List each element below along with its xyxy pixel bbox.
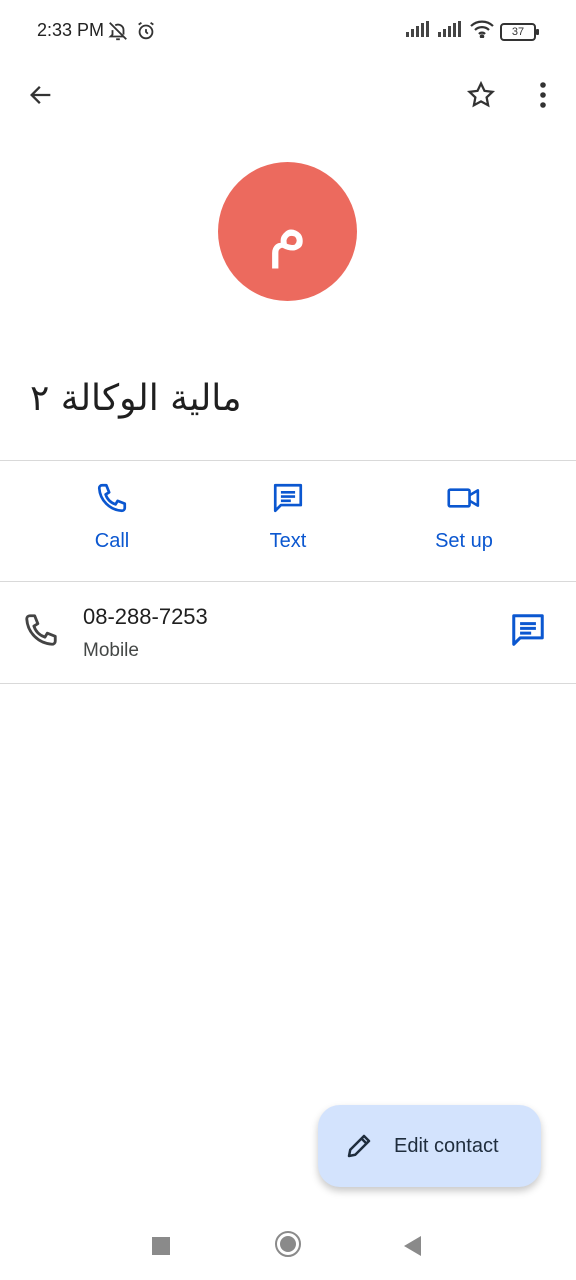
system-back-button[interactable] [404,1236,421,1256]
bell-off-icon [107,20,129,47]
divider [0,683,576,684]
more-vert-icon [540,82,546,108]
status-icons-left [107,20,157,47]
status-time: 2:33 PM [37,20,105,40]
wifi-icon [470,20,494,43]
setup-video-action-button[interactable]: Set up [389,478,539,568]
star-outline-icon [466,80,496,108]
phone-icon [92,478,132,518]
message-icon [268,478,308,518]
favorite-button[interactable] [457,71,505,119]
text-action-button[interactable]: Text [213,478,363,568]
setup-label: Set up [435,530,493,552]
video-call-icon [444,478,484,518]
call-action-button[interactable]: Call [37,478,187,568]
divider [0,460,576,461]
status-bar: 2:33 PM 37 [0,0,576,64]
recents-button[interactable] [152,1237,170,1255]
phone-type-label: Mobile [83,640,139,661]
edit-pencil-icon [342,1129,376,1163]
alarm-icon [135,20,157,47]
arrow-back-icon [30,86,51,104]
signal-icon [406,21,432,42]
edit-contact-button[interactable]: Edit contact [318,1105,541,1187]
edit-contact-label: Edit contact [394,1134,499,1157]
signal-icon [438,21,464,42]
phone-number: 08-288-7253 [83,604,208,629]
phone-icon [22,611,60,654]
back-button[interactable] [17,71,65,119]
contact-name: مالية الوكالة ٢ [30,378,242,419]
call-label: Call [94,530,130,552]
battery-icon: 37 [500,22,539,41]
send-message-button[interactable] [509,611,547,654]
message-icon [512,614,544,646]
status-icons-right: 37 [406,20,539,43]
more-options-button[interactable] [519,71,567,119]
text-label: Text [269,530,307,552]
avatar: م [218,162,357,301]
avatar-letter: م [267,195,308,267]
home-button[interactable] [275,1231,301,1257]
phone-number-row[interactable] [0,582,576,684]
